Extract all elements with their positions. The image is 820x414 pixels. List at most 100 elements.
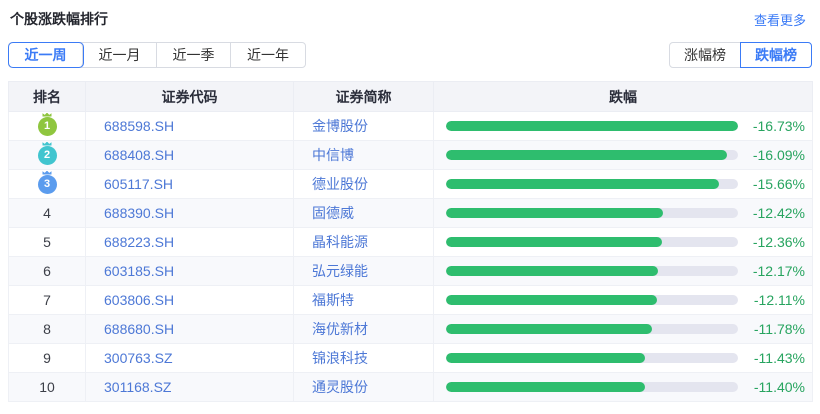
change-bar-track	[446, 353, 738, 363]
period-tab-1[interactable]: 近一周	[9, 43, 83, 67]
change-bar-track	[446, 179, 738, 189]
stock-name-link[interactable]: 锦浪科技	[312, 350, 368, 366]
stock-name-cell: 海优新材	[293, 314, 434, 344]
stock-code-cell: 688223.SH	[85, 227, 294, 257]
rank-cell: 9	[8, 343, 86, 373]
stock-code-cell: 688408.SH	[85, 140, 294, 170]
change-cell: -11.78%	[433, 314, 813, 344]
change-bar-track	[446, 266, 738, 276]
change-bar-track	[446, 150, 738, 160]
period-tab-4[interactable]: 近一年	[231, 43, 305, 67]
table-row: 6 603185.SH 弘元绿能 -12.17%	[8, 256, 813, 286]
stock-code-cell: 605117.SH	[85, 169, 294, 199]
change-bar-fill	[446, 382, 645, 392]
period-tab-2[interactable]: 近一月	[83, 43, 157, 67]
change-cell: -16.73%	[433, 111, 813, 141]
rank-cell: 2	[8, 140, 86, 170]
stock-code-link[interactable]: 605117.SH	[104, 176, 173, 192]
change-value: -12.36%	[752, 234, 805, 250]
header-change: 跌幅	[433, 81, 813, 112]
change-bar-fill	[446, 266, 659, 276]
stock-code-link[interactable]: 688680.SH	[104, 321, 174, 337]
change-bar-track	[446, 295, 738, 305]
table-header-row: 排名 证券代码 证券简称 跌幅	[8, 81, 813, 112]
table-row: 1 688598.SH 金博股份 -16.73%	[8, 111, 813, 141]
stock-name-cell: 福斯特	[293, 285, 434, 315]
change-bar-fill	[446, 150, 727, 160]
gainers-board-button[interactable]: 涨幅榜	[669, 42, 741, 68]
view-more-link[interactable]: 查看更多	[754, 10, 806, 29]
change-bar-fill	[446, 121, 738, 131]
change-bar-fill	[446, 295, 658, 305]
table-row: 8 688680.SH 海优新材 -11.78%	[8, 314, 813, 344]
rank-cell: 1	[8, 111, 86, 141]
rank-medal-icon: 3	[31, 174, 63, 194]
stock-name-link[interactable]: 中信博	[312, 147, 354, 163]
stock-name-link[interactable]: 弘元绿能	[312, 263, 368, 279]
stock-code-link[interactable]: 688390.SH	[104, 205, 174, 221]
stock-name-link[interactable]: 海优新材	[312, 321, 368, 337]
losers-board-button[interactable]: 跌幅榜	[740, 42, 812, 68]
stock-code-link[interactable]: 688408.SH	[104, 147, 174, 163]
page-title: 个股涨跌幅排行	[10, 11, 108, 27]
change-bar-track	[446, 324, 738, 334]
stock-code-cell: 688390.SH	[85, 198, 294, 228]
change-cell: -12.42%	[433, 198, 813, 228]
stock-name-cell: 金博股份	[293, 111, 434, 141]
table-row: 4 688390.SH 固德威 -12.42%	[8, 198, 813, 228]
stock-code-link[interactable]: 603806.SH	[104, 292, 174, 308]
controls-row: 近一周 近一月 近一季 近一年 涨幅榜 跌幅榜	[0, 42, 820, 68]
change-value: -11.43%	[753, 350, 805, 366]
table-row: 9 300763.SZ 锦浪科技 -11.43%	[8, 343, 813, 373]
period-tab-3[interactable]: 近一季	[157, 43, 231, 67]
stock-name-cell: 中信博	[293, 140, 434, 170]
stock-code-link[interactable]: 300763.SZ	[104, 350, 173, 366]
rank-cell: 6	[8, 256, 86, 286]
change-value: -16.73%	[752, 118, 805, 134]
table-row: 2 688408.SH 中信博 -16.09%	[8, 140, 813, 170]
stock-code-link[interactable]: 301168.SZ	[104, 379, 171, 395]
change-bar-track	[446, 237, 738, 247]
header-name: 证券简称	[293, 81, 434, 112]
change-value: -11.40%	[753, 379, 805, 395]
stock-name-link[interactable]: 固德威	[312, 205, 354, 221]
board-toggle-group: 涨幅榜 跌幅榜	[669, 42, 812, 68]
stock-name-link[interactable]: 晶科能源	[312, 234, 368, 250]
change-value: -12.42%	[752, 205, 805, 221]
stock-code-link[interactable]: 603185.SH	[104, 263, 174, 279]
rank-medal-icon: 1	[31, 116, 63, 136]
rank-medal-icon: 2	[31, 145, 63, 165]
stock-name-link[interactable]: 福斯特	[312, 292, 354, 308]
stock-code-link[interactable]: 688598.SH	[104, 118, 174, 134]
ranking-table: 排名 证券代码 证券简称 跌幅 1 688598.SH 金博股份 -16.73% 2 68…	[8, 81, 813, 402]
change-cell: -12.11%	[433, 285, 813, 315]
change-value: -15.66%	[752, 176, 805, 192]
table-body: 1 688598.SH 金博股份 -16.73% 2 688408.SH 中信博 -16.09…	[8, 111, 813, 402]
change-value: -12.17%	[752, 263, 805, 279]
rank-cell: 5	[8, 227, 86, 257]
change-bar-fill	[446, 353, 646, 363]
stock-name-cell: 通灵股份	[293, 372, 434, 402]
change-bar-track	[446, 208, 738, 218]
change-cell: -11.40%	[433, 372, 813, 402]
rank-cell: 10	[8, 372, 86, 402]
change-bar-fill	[446, 179, 720, 189]
panel-header: 个股涨跌幅排行 查看更多	[0, 0, 820, 29]
rank-cell: 7	[8, 285, 86, 315]
header-rank: 排名	[8, 81, 86, 112]
stock-code-cell: 300763.SZ	[85, 343, 294, 373]
stock-name-link[interactable]: 金博股份	[312, 118, 368, 134]
stock-ranking-panel: 个股涨跌幅排行 查看更多 近一周 近一月 近一季 近一年 涨幅榜 跌幅榜 排名 证券代码…	[0, 0, 820, 414]
table-row: 5 688223.SH 晶科能源 -12.36%	[8, 227, 813, 257]
rank-cell: 4	[8, 198, 86, 228]
stock-code-link[interactable]: 688223.SH	[104, 234, 174, 250]
change-bar-track	[446, 121, 738, 131]
change-cell: -12.17%	[433, 256, 813, 286]
stock-code-cell: 688680.SH	[85, 314, 294, 344]
stock-code-cell: 688598.SH	[85, 111, 294, 141]
stock-name-link[interactable]: 通灵股份	[312, 379, 368, 395]
change-value: -11.78%	[753, 321, 805, 337]
stock-name-link[interactable]: 德业股份	[312, 176, 368, 192]
period-tab-group: 近一周 近一月 近一季 近一年	[8, 42, 306, 68]
change-bar-fill	[446, 324, 652, 334]
